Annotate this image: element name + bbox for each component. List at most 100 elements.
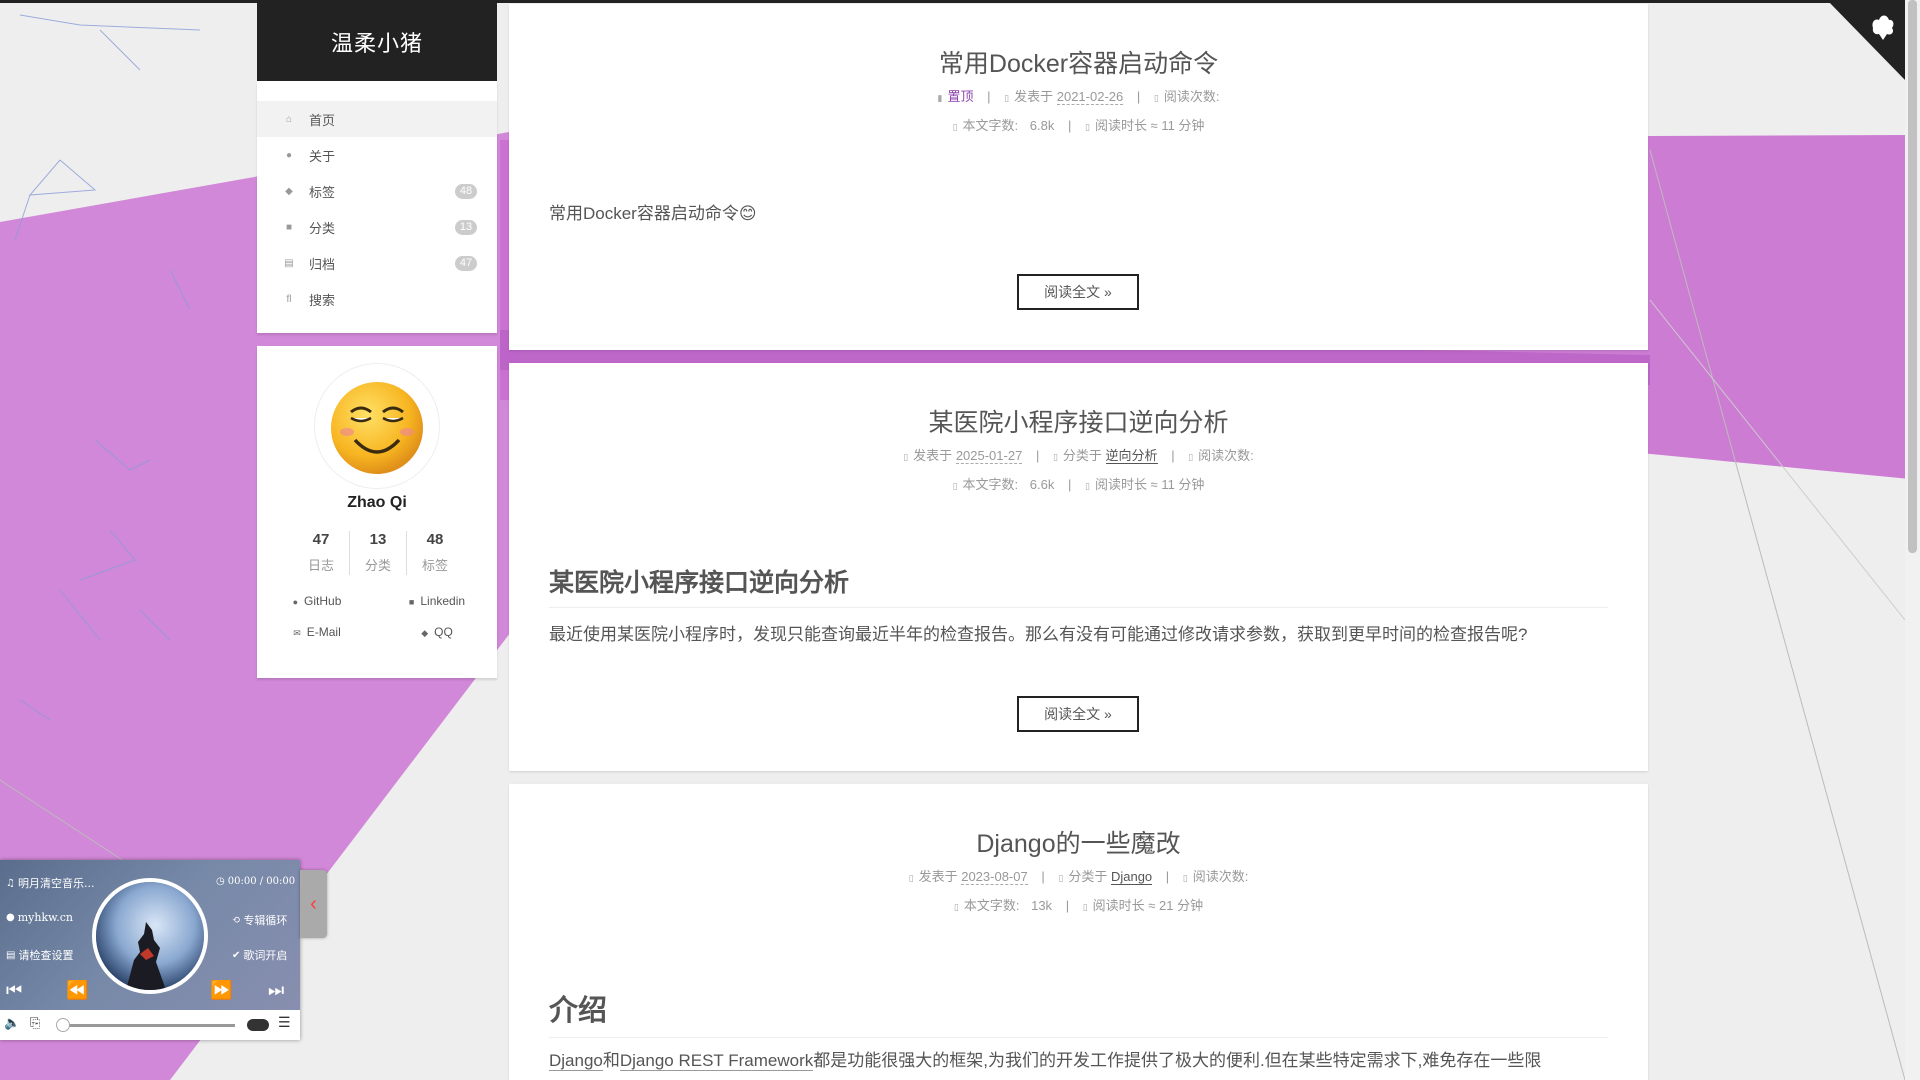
posted-label: 发表于 [1014,89,1054,104]
envelope-icon: ✉ [293,628,301,638]
file-word-icon: ▯ [953,902,959,912]
settings-row[interactable]: ▤ 请检查设置 [6,947,73,963]
time-label: 阅读时长 ≈ [1094,477,1158,492]
drf-link[interactable]: Django REST Framework [619,1051,814,1071]
fast-forward-icon[interactable]: ⏩ [210,980,232,1001]
menu-item-label: 首页 [309,112,336,128]
post-meta-words: ▯ 本文字数: 6.6k | ▯ 阅读时长 ≈ 11 分钟 [509,471,1648,500]
menu-item-about[interactable]: ● 关于 [257,137,497,173]
menu-item-search[interactable]: fl 搜索 [257,281,497,317]
lyrics-toggle[interactable] [247,1019,269,1031]
volume-icon[interactable]: 🔈 [4,1016,20,1031]
site-stats: 47 日志 13 分类 48 标签 [293,531,463,575]
read-time: 11 分钟 [1161,477,1205,492]
read-more-button[interactable]: 阅读全文 » [1017,274,1139,310]
player-collapse-handle[interactable]: ‹ [300,870,327,938]
menu-item-label: 标签 [309,184,336,200]
th-icon: ■ [285,221,293,233]
post-meta: ▯ 发表于 2025-01-27 | ▯ 分类于 逆向分析 | ▯ 阅读次数: [509,442,1648,471]
github-corner-icon[interactable] [1827,0,1905,80]
words-label: 本文字数: [962,477,1019,492]
repeat-icon: ⟲ [232,914,241,926]
pinned-label: 置顶 [947,89,974,104]
eye-icon: ▯ [1182,873,1188,883]
skip-back-icon[interactable]: ⏮ [6,980,22,1001]
tags-icon: ◆ [285,185,293,197]
post-title[interactable]: 某医院小程序接口逆向分析 [509,403,1648,439]
song-title: 明月清空音乐... [17,877,95,890]
menu-item-archives[interactable]: ▤ 归档 47 [257,245,497,281]
post-card: 常用Docker容器启动命令 ▮ 置顶 | ▯ 发表于 2021-02-26 | ▯… [509,4,1648,350]
file-word-icon: ▯ [952,122,958,132]
post-excerpt: 最近使用某医院小程序时，发现只能查询最近半年的检查报告。那么有没有可能通过修改请… [549,625,1528,644]
calendar-icon: ▯ [903,452,909,462]
progress-knob[interactable] [56,1018,70,1032]
posted-label: 发表于 [913,448,953,463]
linkedin-link[interactable]: ■ Linkedin [377,592,497,611]
excerpt-text: 和 [602,1051,620,1070]
meta-separator: | [1035,448,1040,463]
menu-item-home[interactable]: ⌂ 首页 [257,101,497,137]
song-title-row: ♫ 明月清空音乐... [6,875,94,891]
post-heading: 介绍 [549,987,1608,1038]
post-date: 2025-01-27 [955,448,1023,464]
meta-separator: | [1041,869,1045,884]
posted-label: 发表于 [918,869,958,884]
post-title[interactable]: Django的一些魔改 [509,824,1648,860]
skip-forward-icon[interactable]: ⏭ [268,980,284,1001]
post-meta-words: ▯ 本文字数: 6.8k | ▯ 阅读时长 ≈ 11 分钟 [509,112,1648,141]
category-link[interactable]: Django [1110,869,1153,885]
menu-item-label: 搜索 [309,292,336,308]
menu-item-categories[interactable]: ■ 分类 13 [257,209,497,245]
read-more-button[interactable]: 阅读全文 » [1017,696,1139,732]
stat-label: 标签 [421,558,448,573]
stat-posts[interactable]: 47 日志 [293,531,349,575]
word-count: 13k [1031,898,1053,913]
link-label: Linkedin [420,594,466,608]
count-badge: 48 [455,184,477,199]
category-link[interactable]: 逆向分析 [1105,448,1158,464]
album-cover[interactable] [92,878,208,994]
user-icon: ● [6,912,15,923]
count-badge: 47 [455,256,477,271]
author-profile: Zhao Qi 47 日志 13 分类 48 标签 ● GitHub ■ Linke… [257,346,497,678]
email-link[interactable]: ✉ E-Mail [257,623,377,642]
menu-item-tags[interactable]: ◆ 标签 48 [257,173,497,209]
category-label: 分类于 [1062,448,1102,463]
loop-mode: 专辑循环 [243,914,288,927]
qq-link[interactable]: ◆ QQ [377,623,497,642]
lyrics-row[interactable]: ✔ 歌词开启 [232,947,287,963]
post-meta: ▮ 置顶 | ▯ 发表于 2021-02-26 | ▯ 阅读次数: [509,83,1648,112]
post-meta-words: ▯ 本文字数: 13k | ▯ 阅读时长 ≈ 21 分钟 [509,892,1648,921]
linkedin-icon: ■ [408,597,415,607]
folder-icon: ▯ [1052,452,1058,462]
eye-icon: ▯ [1153,93,1159,103]
search-icon: fl [286,293,292,305]
menu-item-label: 分类 [309,220,336,236]
excerpt-text: 都是功能很强大的框架,为我们的开发工作提供了极大的便利.但在某些特定需求下,难免… [813,1051,1542,1070]
meta-separator: | [1067,477,1072,492]
post-title[interactable]: 常用Docker容器启动命令 [509,44,1648,80]
home-icon: ⌂ [285,113,293,125]
github-link[interactable]: ● GitHub [257,592,377,611]
eye-icon: ▯ [1188,452,1194,462]
progress-bar[interactable] [60,1024,235,1027]
loop-row[interactable]: ⟲ 专辑循环 [232,912,287,928]
rewind-icon[interactable]: ⏪ [66,980,88,1001]
stat-tags[interactable]: 48 标签 [406,531,463,575]
stat-label: 日志 [307,558,334,573]
calendar-icon: ▯ [1004,93,1010,103]
play-time: 00:00 / 00:00 [227,876,296,887]
read-time: 11 分钟 [1161,118,1205,133]
music-player: ♫ 明月清空音乐... ◷ 00:00 / 00:00 ● myhkw.cn ⟲ 专辑循… [0,860,300,1040]
wolf-moon-image [96,882,204,990]
stat-categories[interactable]: 13 分类 [349,531,406,575]
post-meta: ▯ 发表于 2023-08-07 | ▯ 分类于 Django | ▯ 阅读次数: [509,863,1648,892]
django-link[interactable]: Django [549,1051,603,1071]
scrollbar-thumb[interactable] [1908,0,1917,553]
site-title[interactable]: 温柔小猪 [257,3,497,81]
list-icon[interactable]: ☰ [278,1015,291,1031]
words-label: 本文字数: [962,118,1019,133]
share-icon[interactable]: ⎘ [30,1016,40,1031]
post-excerpt: Django和Django REST Framework都是功能很强大的框架,为… [549,1046,1624,1076]
